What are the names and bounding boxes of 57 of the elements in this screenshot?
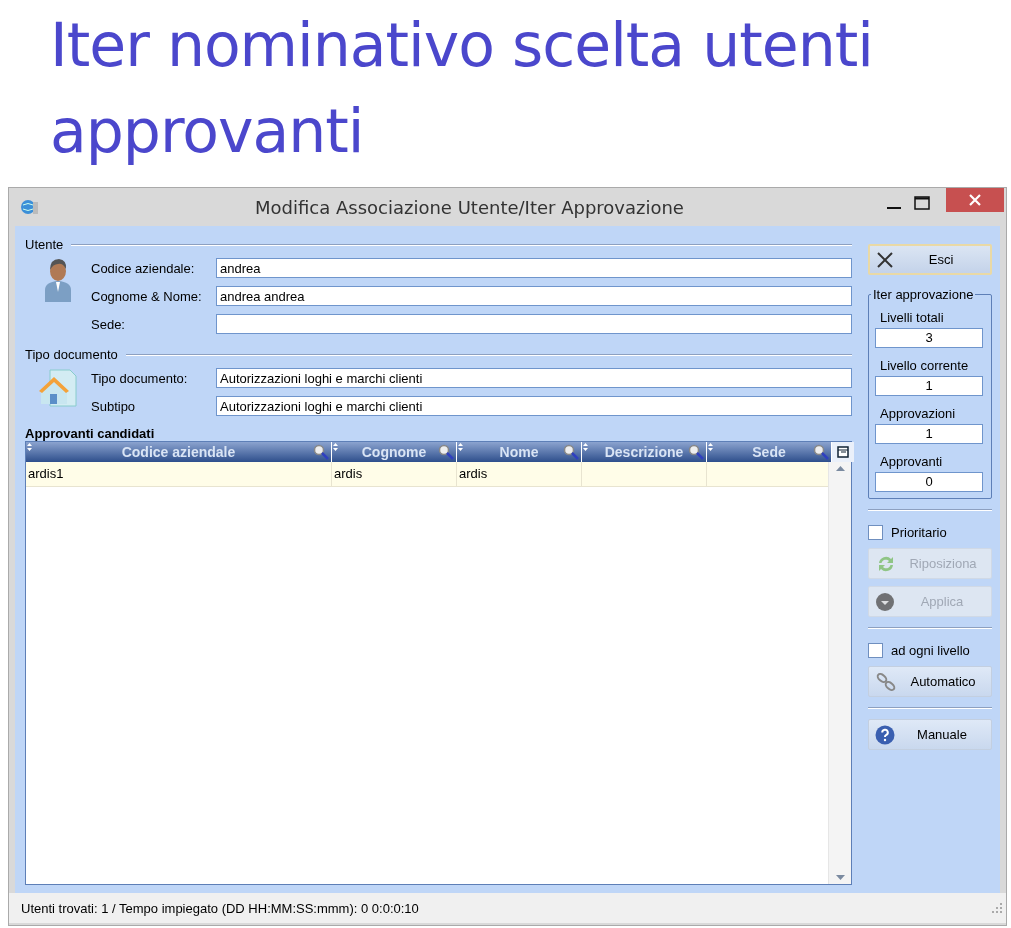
- search-icon[interactable]: [563, 444, 579, 460]
- checkbox-label: ad ogni livello: [891, 643, 970, 658]
- sort-arrows-icon[interactable]: [708, 443, 713, 451]
- close-button[interactable]: [946, 188, 1004, 212]
- group-title: Iter approvazione: [872, 287, 975, 302]
- text-field[interactable]: [216, 314, 852, 334]
- maximize-icon[interactable]: [914, 196, 930, 210]
- resize-grip-icon[interactable]: [992, 903, 1002, 913]
- action-button[interactable]: Automatico: [868, 666, 992, 697]
- field-label: Approvazioni: [880, 406, 957, 421]
- field-label: Tipo documento:: [91, 370, 189, 386]
- user-icon: [43, 258, 73, 302]
- search-icon[interactable]: [313, 444, 329, 460]
- minus-circle-icon: [875, 591, 895, 612]
- search-icon[interactable]: [438, 444, 454, 460]
- field-label: Codice aziendale:: [91, 260, 196, 276]
- sort-arrows-icon[interactable]: [583, 443, 588, 451]
- app-globe-icon: [19, 198, 39, 216]
- text-field[interactable]: Autorizzazioni loghi e marchi clienti: [216, 368, 852, 388]
- table-cell: ardis: [457, 462, 582, 486]
- text-field[interactable]: Autorizzazioni loghi e marchi clienti: [216, 396, 852, 416]
- page-heading: Iter nominativo scelta utenti approvanti: [50, 9, 874, 168]
- value-field: 1: [875, 376, 983, 396]
- checkbox[interactable]: [868, 643, 883, 658]
- sort-arrows-icon[interactable]: [333, 443, 338, 451]
- text-field[interactable]: andrea andrea: [216, 286, 852, 306]
- value-field: 3: [875, 328, 983, 348]
- close-icon: [969, 194, 981, 206]
- house-document-icon: [38, 368, 78, 408]
- field-label: Sede:: [91, 316, 126, 332]
- text-field[interactable]: andrea: [216, 258, 852, 278]
- window-title: Modifica Associazione Utente/Iter Approvazione: [255, 196, 684, 218]
- exit-button[interactable]: Esci: [868, 244, 992, 275]
- chain-icon: [875, 671, 897, 692]
- section-title: Utente: [25, 236, 64, 252]
- field-label: Subtipo: [91, 398, 137, 414]
- table-cell: ardis: [332, 462, 457, 486]
- checkbox-label: Prioritario: [891, 525, 947, 540]
- status-text: Utenti trovati: 1 / Tempo impiegato (DD HH:MM:SS:mmm): 0 0:0:0:10: [21, 900, 419, 916]
- help-icon: [875, 724, 895, 745]
- grid-title: Approvanti candidati: [25, 426, 156, 441]
- value-field: 1: [875, 424, 983, 444]
- section-title: Tipo documento: [25, 346, 118, 362]
- field-label: Livello corrente: [880, 358, 970, 373]
- field-label: Cognome & Nome:: [91, 288, 203, 304]
- field-label: Livelli totali: [880, 310, 945, 325]
- table-cell: ardis1: [26, 462, 332, 486]
- sort-arrows-icon[interactable]: [27, 443, 32, 451]
- field-label: Approvanti: [880, 454, 944, 469]
- search-icon[interactable]: [688, 444, 704, 460]
- search-icon[interactable]: [813, 444, 829, 460]
- value-field: 0: [875, 472, 983, 492]
- action-button[interactable]: Manuale: [868, 719, 992, 750]
- close-icon: [876, 250, 894, 269]
- sort-arrows-icon[interactable]: [458, 443, 463, 451]
- checkbox[interactable]: [868, 525, 883, 540]
- column-chooser-icon[interactable]: [837, 446, 849, 458]
